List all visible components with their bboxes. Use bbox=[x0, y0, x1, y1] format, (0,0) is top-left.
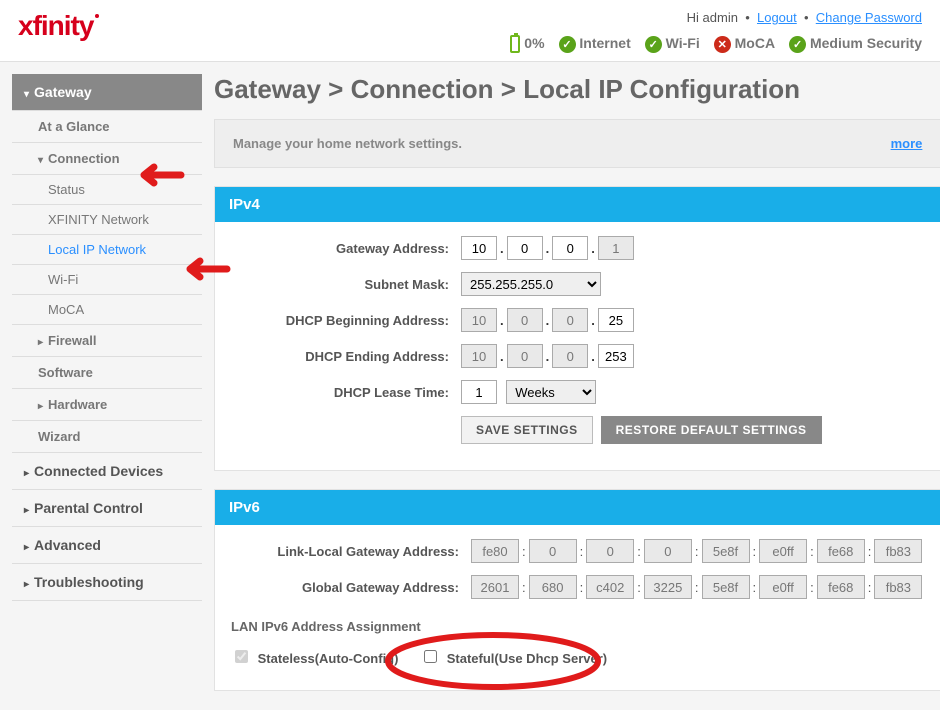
gateway-octet-2[interactable] bbox=[507, 236, 543, 260]
global-gateway-label: Global Gateway Address: bbox=[231, 580, 471, 595]
link-local-seg-3 bbox=[586, 539, 634, 563]
stateless-label: Stateless(Auto-Config) bbox=[258, 651, 399, 666]
gateway-octet-1[interactable] bbox=[461, 236, 497, 260]
save-settings-button[interactable]: SAVE SETTINGS bbox=[461, 416, 593, 444]
global-seg-3 bbox=[586, 575, 634, 599]
dhcp-begin-octet-2 bbox=[507, 308, 543, 332]
sidebar-item-connection[interactable]: Connection bbox=[12, 143, 202, 175]
status-moca: ✕ MoCA bbox=[714, 35, 775, 53]
sidebar-item-troubleshooting[interactable]: Troubleshooting bbox=[12, 564, 202, 601]
stateful-checkbox[interactable] bbox=[424, 650, 437, 663]
global-seg-8 bbox=[874, 575, 922, 599]
link-local-seg-6 bbox=[759, 539, 807, 563]
gateway-octet-4 bbox=[598, 236, 634, 260]
more-link[interactable]: more bbox=[891, 136, 923, 151]
global-seg-2 bbox=[529, 575, 577, 599]
check-icon: ✓ bbox=[645, 36, 662, 53]
sidebar-item-gateway[interactable]: Gateway bbox=[12, 74, 202, 111]
link-local-seg-5 bbox=[702, 539, 750, 563]
dhcp-end-octet-2 bbox=[507, 344, 543, 368]
x-icon: ✕ bbox=[714, 36, 731, 53]
check-icon: ✓ bbox=[789, 36, 806, 53]
sidebar-item-advanced[interactable]: Advanced bbox=[12, 527, 202, 564]
sidebar-item-xfinity-network[interactable]: XFINITY Network bbox=[12, 205, 202, 235]
link-local-seg-4 bbox=[644, 539, 692, 563]
sidebar-item-wizard[interactable]: Wizard bbox=[12, 421, 202, 453]
sidebar-item-status[interactable]: Status bbox=[12, 175, 202, 205]
lease-time-label: DHCP Lease Time: bbox=[231, 385, 461, 400]
dhcp-end-octet-1 bbox=[461, 344, 497, 368]
link-local-seg-2 bbox=[529, 539, 577, 563]
ipv6-panel: IPv6 Link-Local Gateway Address: : : : :… bbox=[214, 489, 940, 691]
logout-link[interactable]: Logout bbox=[757, 10, 797, 25]
greeting-text: Hi admin bbox=[687, 10, 738, 25]
status-internet: ✓ Internet bbox=[559, 35, 631, 53]
dhcp-end-octet-3 bbox=[552, 344, 588, 368]
dhcp-begin-octet-3 bbox=[552, 308, 588, 332]
dhcp-begin-octet-1 bbox=[461, 308, 497, 332]
page-title: Gateway > Connection > Local IP Configur… bbox=[214, 74, 940, 105]
subnet-mask-label: Subnet Mask: bbox=[231, 277, 461, 292]
ipv4-heading: IPv4 bbox=[215, 187, 940, 222]
xfinity-logo: xfinity bbox=[18, 10, 93, 42]
status-security: ✓ Medium Security bbox=[789, 35, 922, 53]
link-local-seg-8 bbox=[874, 539, 922, 563]
global-seg-1 bbox=[471, 575, 519, 599]
sidebar-item-local-ip-network[interactable]: Local IP Network bbox=[12, 235, 202, 265]
gateway-address-label: Gateway Address: bbox=[231, 241, 461, 256]
stateful-label: Stateful(Use Dhcp Server) bbox=[447, 651, 607, 666]
status-wifi: ✓ Wi-Fi bbox=[645, 35, 700, 53]
sidebar-item-software[interactable]: Software bbox=[12, 357, 202, 389]
restore-defaults-button[interactable]: RESTORE DEFAULT SETTINGS bbox=[601, 416, 822, 444]
sidebar-item-connected-devices[interactable]: Connected Devices bbox=[12, 453, 202, 490]
ipv4-panel: IPv4 Gateway Address: . . . Subnet Mask:… bbox=[214, 186, 940, 471]
change-password-link[interactable]: Change Password bbox=[816, 10, 922, 25]
global-seg-4 bbox=[644, 575, 692, 599]
battery-icon bbox=[510, 35, 520, 53]
ipv6-heading: IPv6 bbox=[215, 490, 940, 525]
global-seg-7 bbox=[817, 575, 865, 599]
dhcp-begin-label: DHCP Beginning Address: bbox=[231, 313, 461, 328]
global-seg-5 bbox=[702, 575, 750, 599]
dhcp-end-octet-4[interactable] bbox=[598, 344, 634, 368]
check-icon: ✓ bbox=[559, 36, 576, 53]
lease-time-unit[interactable]: Weeks bbox=[506, 380, 596, 404]
ipv6-assignment-heading: LAN IPv6 Address Assignment bbox=[231, 611, 924, 646]
sidebar-item-firewall[interactable]: Firewall bbox=[12, 325, 202, 357]
dhcp-end-label: DHCP Ending Address: bbox=[231, 349, 461, 364]
page-subtitle: Manage your home network settings. bbox=[233, 136, 462, 151]
sidebar-item-moca[interactable]: MoCA bbox=[12, 295, 202, 325]
gateway-octet-3[interactable] bbox=[552, 236, 588, 260]
sidebar-item-parental-control[interactable]: Parental Control bbox=[12, 490, 202, 527]
dhcp-begin-octet-4[interactable] bbox=[598, 308, 634, 332]
sidebar-item-at-a-glance[interactable]: At a Glance bbox=[12, 111, 202, 143]
sidebar-item-wifi[interactable]: Wi-Fi bbox=[12, 265, 202, 295]
link-local-seg-7 bbox=[817, 539, 865, 563]
subnet-mask-select[interactable]: 255.255.255.0 bbox=[461, 272, 601, 296]
sidebar: Gateway At a Glance Connection Status XF… bbox=[12, 74, 202, 691]
stateless-checkbox bbox=[235, 650, 248, 663]
link-local-seg-1 bbox=[471, 539, 519, 563]
battery-status: 0% bbox=[510, 35, 544, 53]
sidebar-item-hardware[interactable]: Hardware bbox=[12, 389, 202, 421]
link-local-label: Link-Local Gateway Address: bbox=[231, 544, 471, 559]
lease-time-value[interactable] bbox=[461, 380, 497, 404]
global-seg-6 bbox=[759, 575, 807, 599]
